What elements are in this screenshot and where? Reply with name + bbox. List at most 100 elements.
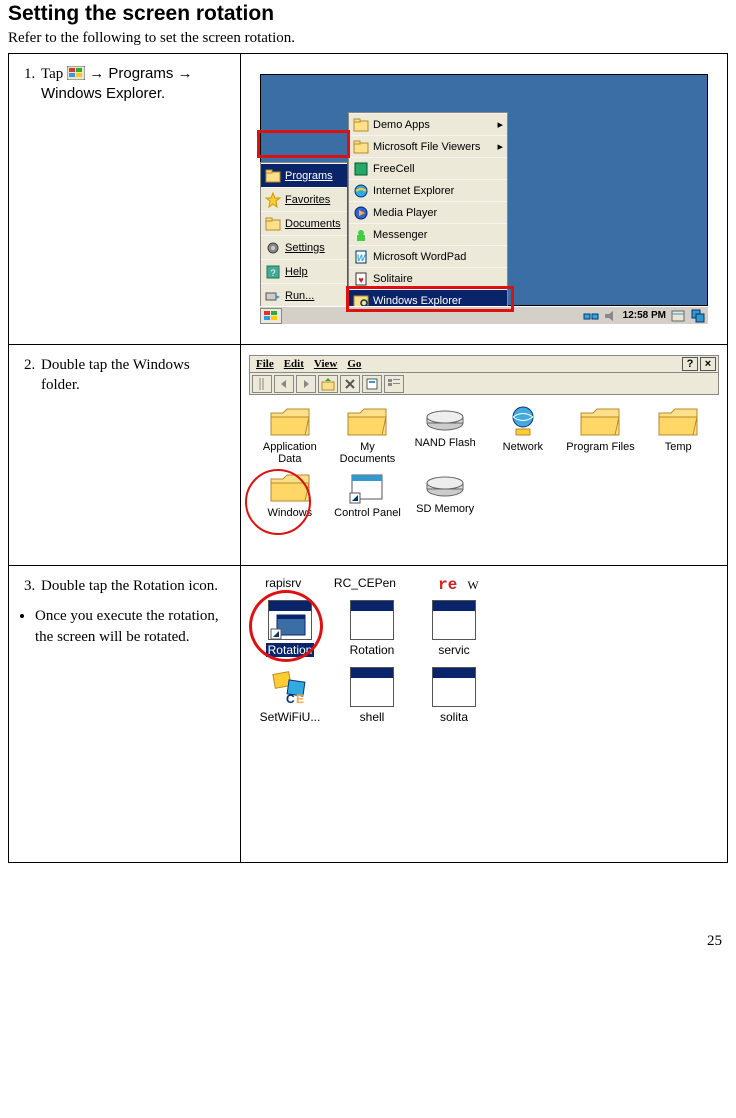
tray-clock: 12:58 PM (623, 310, 666, 321)
folder-icon (657, 405, 699, 439)
control-panel-icon (346, 471, 388, 505)
explorer-icon-grid[interactable]: Application Data My Documents NAND Flash (249, 395, 719, 523)
settings-gear-icon (265, 240, 281, 256)
step-2-screenshot: File Edit View Go ? × (241, 345, 728, 566)
drive-icon (424, 405, 466, 435)
services-exe[interactable]: servic (418, 600, 490, 657)
page-intro: Refer to the following to set the screen… (8, 30, 728, 47)
close-button[interactable]: × (700, 357, 716, 371)
step-2-text: Double tap the Windows folder. (9, 345, 241, 566)
rotation-exe[interactable]: Rotation (336, 600, 408, 657)
tool-up[interactable] (318, 375, 338, 393)
freecell-icon (353, 161, 369, 177)
folder-windows[interactable]: Windows (254, 471, 326, 519)
shortcut-control-panel[interactable]: Control Panel (331, 471, 403, 519)
start-menu-run[interactable]: Run... (261, 283, 347, 307)
window-icon (350, 600, 394, 640)
setwifi-exe[interactable]: CE SetWiFiU... (254, 667, 326, 724)
menu-ie[interactable]: Internet Explorer (349, 179, 507, 201)
messenger-icon (353, 227, 369, 243)
folder-icon (269, 471, 311, 505)
rotation-icon (268, 600, 312, 640)
programs-folder-icon (265, 168, 281, 184)
menu-demo-apps[interactable]: Demo Apps▸ (349, 113, 507, 135)
start-button[interactable] (260, 308, 282, 324)
drive-icon (424, 471, 466, 501)
tool-back[interactable] (274, 375, 294, 393)
start-menu-help[interactable]: ? Help (261, 259, 347, 283)
window-icon (432, 667, 476, 707)
folder-my-documents[interactable]: My Documents (331, 405, 403, 465)
solitaire-exe[interactable]: solita (418, 667, 490, 724)
step-3-screenshot: rapisrv RC_CEPen reW Rotation (241, 566, 728, 863)
start-menu-settings[interactable]: Settings (261, 235, 347, 259)
network-icon-item[interactable]: Network (487, 405, 559, 465)
network-icon (502, 405, 544, 439)
drive-sd-memory[interactable]: SD Memory (409, 471, 481, 519)
start-menu-favorites[interactable]: Favorites (261, 187, 347, 211)
tray-network-icon[interactable] (583, 308, 599, 324)
folder-icon (353, 117, 369, 133)
step-3-text: Double tap the Rotation icon. Once you e… (9, 566, 241, 863)
menu-view[interactable]: View (314, 358, 337, 370)
windows-folder-grid[interactable]: Rotation Rotation servic CE (249, 596, 495, 732)
wordpad-icon: W (353, 249, 369, 265)
shell-exe[interactable]: shell (336, 667, 408, 724)
menu-wordpad[interactable]: WMicrosoft WordPad (349, 245, 507, 267)
tool-delete[interactable] (340, 375, 360, 393)
submenu-arrow-icon: ▸ (497, 118, 503, 131)
folder-application-data[interactable]: Application Data (254, 405, 326, 465)
folder-icon (579, 405, 621, 439)
tray-windows-icon[interactable] (690, 308, 706, 324)
page-heading: Setting the screen rotation (8, 2, 728, 26)
step-1-screenshot: Programs Favorites Documents Settin (241, 54, 728, 345)
menu-file-viewers[interactable]: Microsoft File Viewers▸ (349, 135, 507, 157)
step2-label: Double tap the Windows folder. (39, 355, 232, 396)
svg-text:C: C (286, 692, 295, 706)
page-number: 25 (8, 863, 728, 954)
help-button[interactable]: ? (682, 357, 698, 371)
system-tray[interactable]: 12:58 PM (583, 308, 708, 324)
rotation-shortcut-selected[interactable]: Rotation (254, 600, 326, 657)
menu-edit[interactable]: Edit (284, 358, 304, 370)
partial-labels: rapisrv RC_CEPen reW (249, 576, 495, 596)
programs-submenu[interactable]: Demo Apps▸ Microsoft File Viewers▸ FreeC… (348, 112, 508, 312)
folder-program-files[interactable]: Program Files (564, 405, 636, 465)
start-menu-programs[interactable]: Programs (261, 163, 347, 187)
help-book-icon: ? (265, 264, 281, 280)
step3-note: Once you execute the rotation, the scree… (35, 606, 232, 647)
favorites-star-icon (265, 192, 281, 208)
menu-file[interactable]: File (256, 358, 274, 370)
menu-solitaire[interactable]: ♥Solitaire (349, 267, 507, 289)
instruction-table: Tap → Programs → Windows Explorer. Progr… (8, 53, 728, 863)
menu-freecell[interactable]: FreeCell (349, 157, 507, 179)
tool-separator (252, 375, 272, 393)
explorer-menubar[interactable]: File Edit View Go ? × (249, 355, 719, 373)
tray-desktop-icon[interactable] (670, 308, 686, 324)
tool-forward[interactable] (296, 375, 316, 393)
ie-icon (353, 183, 369, 199)
window-icon (432, 600, 476, 640)
svg-text:♥: ♥ (358, 275, 363, 285)
start-menu[interactable]: Programs Favorites Documents Settin (260, 162, 348, 308)
tray-volume-icon[interactable] (603, 308, 619, 324)
window-icon (350, 667, 394, 707)
wince-logo-icon: CE (268, 667, 312, 707)
menu-messenger[interactable]: Messenger (349, 223, 507, 245)
folder-icon (353, 139, 369, 155)
start-menu-documents[interactable]: Documents (261, 211, 347, 235)
solitaire-icon: ♥ (353, 271, 369, 287)
explorer-toolbar[interactable] (249, 373, 719, 395)
tool-view[interactable] (384, 375, 404, 393)
menu-media-player[interactable]: Media Player (349, 201, 507, 223)
submenu-arrow-icon: ▸ (497, 140, 503, 153)
step1-prefix: Tap (41, 66, 67, 82)
taskbar[interactable]: 12:58 PM (260, 306, 708, 324)
step-1-text: Tap → Programs → Windows Explorer. (9, 54, 241, 345)
menu-go[interactable]: Go (347, 358, 361, 370)
tool-properties[interactable] (362, 375, 382, 393)
media-player-icon (353, 205, 369, 221)
folder-temp[interactable]: Temp (642, 405, 714, 465)
folder-icon (346, 405, 388, 439)
drive-nand-flash[interactable]: NAND Flash (409, 405, 481, 465)
